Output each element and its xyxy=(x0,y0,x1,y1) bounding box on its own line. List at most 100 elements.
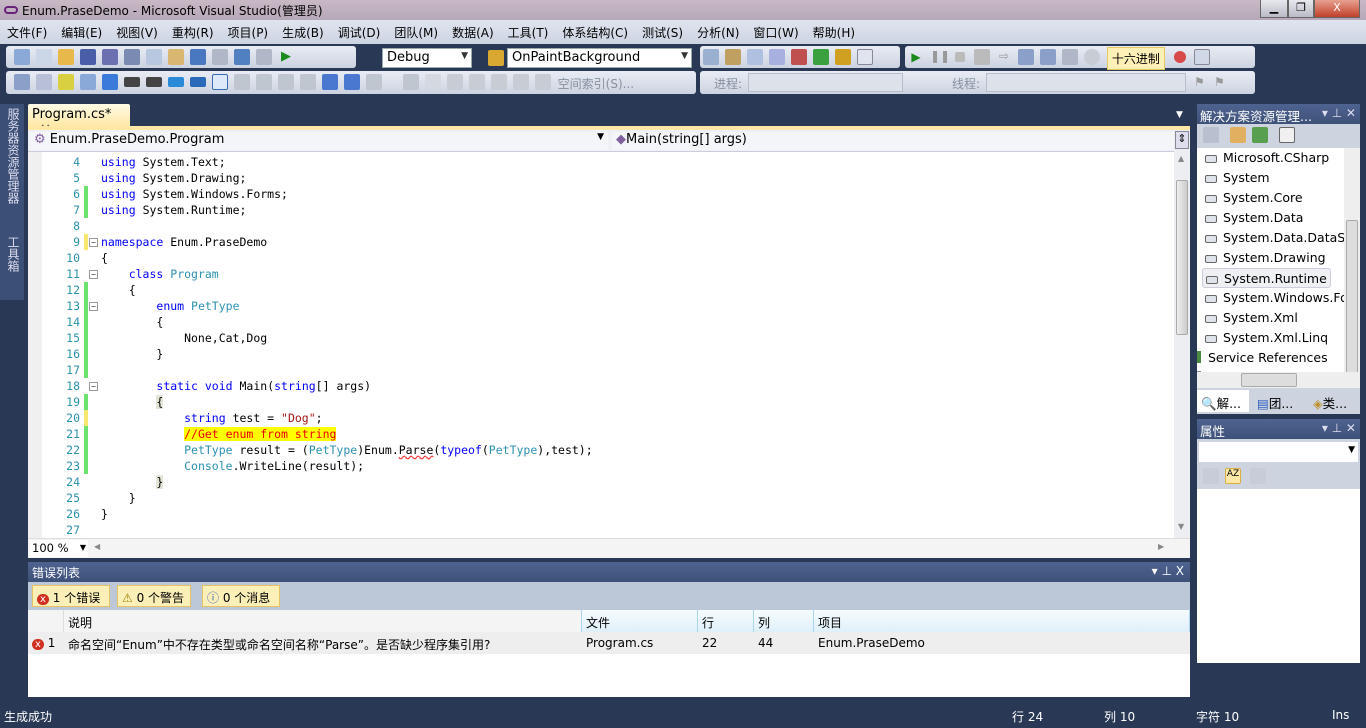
bookmark-icon[interactable] xyxy=(102,74,118,90)
collapse-icon[interactable]: − xyxy=(89,270,98,279)
tree-item-reference[interactable]: System.Data.DataSe xyxy=(1205,228,1353,248)
collapse-icon[interactable]: − xyxy=(89,302,98,311)
cut-icon[interactable] xyxy=(124,49,140,65)
alphabetical-icon[interactable]: AZ xyxy=(1225,468,1241,484)
hex-clock-icon[interactable] xyxy=(1084,49,1100,65)
tree-horizontal-scrollbar[interactable] xyxy=(1197,372,1360,388)
properties-window-icon[interactable] xyxy=(725,49,741,65)
scroll-thumb[interactable] xyxy=(1241,373,1297,387)
complete-word-icon[interactable] xyxy=(80,74,96,90)
server-explorer-tab[interactable]: 服务器资源管理器 xyxy=(5,108,22,204)
uncomment-icon[interactable] xyxy=(190,77,206,87)
indent-icon[interactable] xyxy=(146,77,162,87)
class-view-icon[interactable] xyxy=(835,49,851,65)
find-in-files-icon[interactable] xyxy=(488,50,504,66)
toolbox-icon[interactable] xyxy=(769,49,785,65)
tree-item-reference[interactable]: System.Windows.Fo xyxy=(1205,288,1348,308)
menu-item[interactable]: 分析(N) xyxy=(690,20,746,41)
zoom-select[interactable]: 100 % ▼ xyxy=(30,540,88,557)
scroll-thumb[interactable] xyxy=(1346,220,1358,376)
scroll-thumb[interactable] xyxy=(1176,180,1188,335)
menu-item[interactable]: 帮助(H) xyxy=(806,20,862,41)
command-window-icon[interactable] xyxy=(857,49,873,65)
parameter-info-icon[interactable] xyxy=(36,74,52,90)
schema-icon[interactable] xyxy=(468,74,485,90)
tab-solution-explorer[interactable]: 🔍解... xyxy=(1197,390,1249,412)
start-debugging-icon[interactable]: ▶ xyxy=(278,49,294,65)
menu-item[interactable]: 编辑(E) xyxy=(54,20,109,41)
save-icon[interactable] xyxy=(80,49,96,65)
column-header-line[interactable]: 行 xyxy=(698,610,754,632)
output-icon[interactable] xyxy=(813,49,829,65)
collapse-icon[interactable]: − xyxy=(89,382,98,391)
pause-icon[interactable]: ❚❚ xyxy=(930,49,950,65)
scroll-right-icon[interactable]: ▶ xyxy=(1158,542,1164,551)
add-item-icon[interactable] xyxy=(36,49,52,65)
flag-icon[interactable]: ⚑ xyxy=(1194,75,1205,89)
thread-select[interactable] xyxy=(986,73,1186,92)
find-combo[interactable]: OnPaintBackground ▼ xyxy=(507,48,692,68)
paste-icon[interactable] xyxy=(168,49,184,65)
step-out-icon[interactable] xyxy=(1062,49,1078,65)
panel-controls[interactable]: ▾ ⊥ ✕ xyxy=(1322,106,1356,120)
relationships-icon[interactable] xyxy=(446,74,463,90)
column-header-column[interactable]: 列 xyxy=(754,610,814,632)
menu-item[interactable]: 数据(A) xyxy=(445,20,501,41)
clear-bookmarks-icon[interactable] xyxy=(366,74,382,90)
warnings-filter-button[interactable]: ⚠ 0 个警告 xyxy=(117,585,191,607)
column-header-icon[interactable] xyxy=(28,610,64,632)
save-all-icon[interactable] xyxy=(102,49,118,65)
tree-item-reference[interactable]: System.Xml xyxy=(1205,308,1298,328)
hexadecimal-toggle[interactable]: 十六进制 xyxy=(1106,47,1165,70)
next-bookmark-folder-icon[interactable] xyxy=(300,74,316,90)
vertical-scrollbar[interactable]: ⇕ ▲ ▼ xyxy=(1174,130,1190,538)
show-all-files-icon[interactable] xyxy=(1230,127,1246,143)
menu-item[interactable]: 团队(M) xyxy=(387,20,445,41)
view-class-diagram-icon[interactable] xyxy=(1279,127,1295,143)
menu-item[interactable]: 工具(T) xyxy=(501,20,556,41)
quick-info-icon[interactable] xyxy=(58,74,74,90)
xml-icon[interactable] xyxy=(512,74,529,90)
step-over-icon[interactable] xyxy=(1040,49,1056,65)
menu-item[interactable]: 生成(B) xyxy=(275,20,331,41)
tree-item-reference[interactable]: System.Runtime xyxy=(1202,268,1331,288)
flag-all-icon[interactable]: ⚑ xyxy=(1214,75,1225,89)
solution-explorer-icon[interactable] xyxy=(703,49,719,65)
column-header-file[interactable]: 文件 xyxy=(582,610,698,632)
members-list-icon[interactable] xyxy=(14,74,30,90)
messages-filter-button[interactable]: ⓘ 0 个消息 xyxy=(202,585,280,607)
toolbox-tab[interactable]: 工具箱 xyxy=(5,236,22,272)
navigate-forward-icon[interactable] xyxy=(256,49,272,65)
ab-icon[interactable] xyxy=(490,74,507,90)
configuration-select[interactable]: Debug ▼ xyxy=(382,48,472,68)
menu-item[interactable]: 视图(V) xyxy=(109,20,165,41)
next-bookmark-doc-icon[interactable] xyxy=(344,74,360,90)
table-icon[interactable] xyxy=(534,74,551,90)
scroll-left-icon[interactable]: ◀ xyxy=(94,542,100,551)
column-header-project[interactable]: 项目 xyxy=(814,610,1190,632)
tab-class-view[interactable]: ◈类... xyxy=(1309,390,1361,412)
properties-object-select[interactable]: ▼ xyxy=(1199,442,1358,462)
tree-item-reference[interactable]: System.Core xyxy=(1205,188,1303,208)
tab-program-cs[interactable]: Program.cs* ✕ xyxy=(28,104,130,137)
panel-controls[interactable]: ▾ ⊥ ✕ xyxy=(1322,421,1356,435)
menu-item[interactable]: 窗口(W) xyxy=(746,20,805,41)
menu-item[interactable]: 项目(P) xyxy=(221,20,276,41)
tools-icon[interactable] xyxy=(791,49,807,65)
class-dropdown[interactable]: ⚙ Enum.PraseDemo.Program ▼ xyxy=(30,132,608,150)
menu-item[interactable]: 重构(R) xyxy=(165,20,221,41)
continue-icon[interactable]: ▶ xyxy=(908,49,924,65)
object-browser-icon[interactable] xyxy=(747,49,763,65)
prev-bookmark-doc-icon[interactable] xyxy=(322,74,338,90)
tree-item-reference[interactable]: System xyxy=(1205,168,1270,188)
errors-filter-button[interactable]: x 1 个错误 xyxy=(32,585,110,607)
step-into-icon[interactable] xyxy=(1018,49,1034,65)
next-bookmark-icon[interactable] xyxy=(256,74,272,90)
sql-icon[interactable] xyxy=(402,74,419,90)
collapse-icon[interactable]: − xyxy=(89,238,98,247)
tree-vertical-scrollbar[interactable] xyxy=(1344,148,1360,376)
stop-icon[interactable] xyxy=(955,52,965,62)
tree-item-reference[interactable]: Microsoft.CSharp xyxy=(1205,148,1329,168)
split-icon[interactable]: ⇕ xyxy=(1175,131,1189,149)
restart-icon[interactable] xyxy=(974,49,990,65)
